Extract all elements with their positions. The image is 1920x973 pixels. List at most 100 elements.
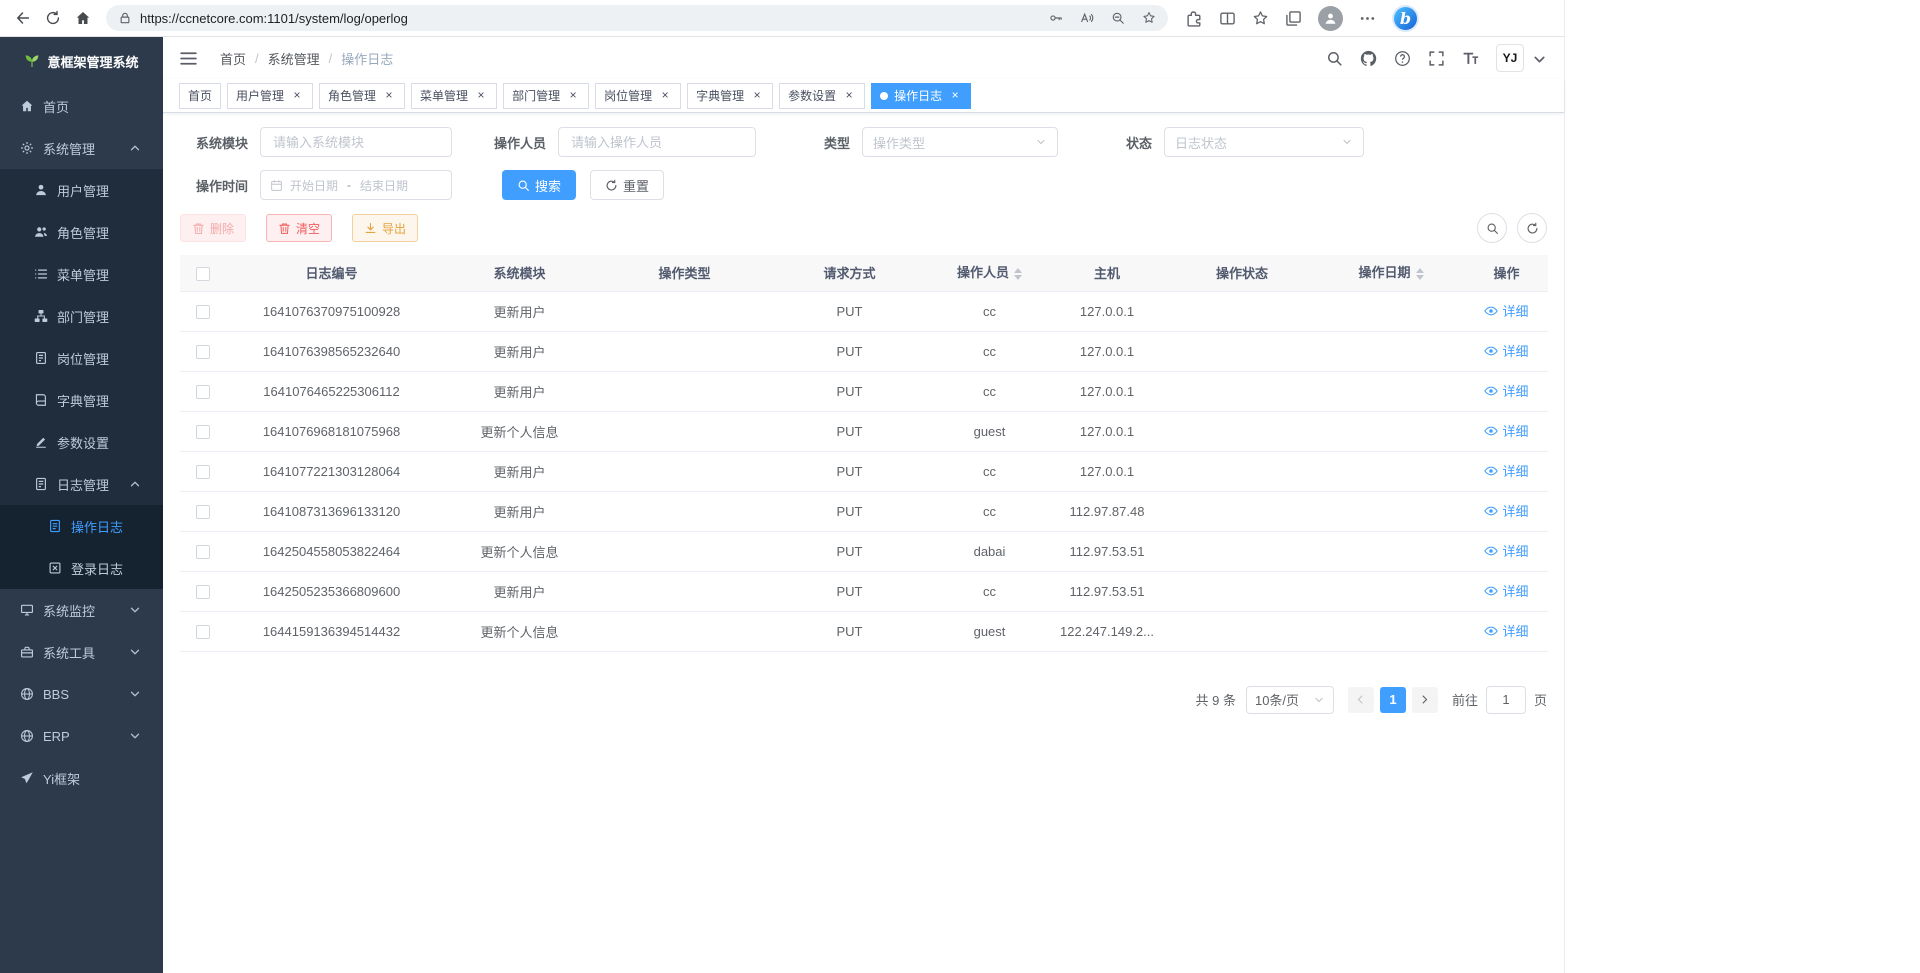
font-size-icon[interactable] — [1462, 50, 1479, 67]
refresh-table-button[interactable] — [1517, 213, 1547, 243]
tab-dict-mgmt[interactable]: 字典管理× — [687, 83, 773, 109]
goto-page-input[interactable] — [1486, 686, 1526, 714]
tab-close-icon[interactable]: × — [566, 89, 580, 103]
tab-close-icon[interactable]: × — [658, 89, 672, 103]
module-input[interactable] — [260, 127, 452, 157]
zoom-out-icon[interactable] — [1111, 11, 1125, 25]
split-screen-icon[interactable] — [1219, 10, 1236, 27]
row-checkbox[interactable] — [196, 625, 210, 639]
breadcrumb-system-mgmt[interactable]: 系统管理 — [268, 49, 320, 68]
row-checkbox[interactable] — [196, 585, 210, 599]
column-header[interactable]: 操作人员 — [932, 255, 1047, 291]
app-logo[interactable]: 意框架管理系统 — [0, 37, 163, 85]
export-button[interactable]: 导出 — [352, 214, 418, 242]
collapse-sidebar-icon[interactable] — [179, 49, 198, 68]
tab-close-icon[interactable]: × — [948, 89, 962, 103]
bing-button[interactable]: b — [1392, 5, 1419, 32]
tab-close-icon[interactable]: × — [750, 89, 764, 103]
sort-caret[interactable] — [1416, 264, 1424, 284]
fullscreen-icon[interactable] — [1428, 50, 1445, 67]
tab-close-icon[interactable]: × — [382, 89, 396, 103]
sidebar-item-bbs[interactable]: BBS — [0, 673, 163, 715]
status-select[interactable]: 日志状态 — [1164, 127, 1364, 157]
tab-home[interactable]: 首页 — [179, 83, 221, 109]
profile-avatar[interactable] — [1318, 6, 1343, 31]
help-icon[interactable] — [1394, 50, 1411, 67]
tab-dept-mgmt[interactable]: 部门管理× — [503, 83, 589, 109]
tab-oper-log[interactable]: 操作日志× — [871, 83, 971, 109]
sidebar-item-home[interactable]: 首页 — [0, 85, 163, 127]
user-logo-badge[interactable]: YJ — [1496, 44, 1524, 72]
sidebar-item-oper-log[interactable]: 操作日志 — [0, 505, 163, 547]
extensions-icon[interactable] — [1186, 10, 1203, 27]
tab-post-mgmt[interactable]: 岗位管理× — [595, 83, 681, 109]
sidebar-item-yi-framework[interactable]: Yi框架 — [0, 757, 163, 799]
search-button[interactable]: 搜索 — [502, 170, 576, 200]
sidebar-item-param-settings[interactable]: 参数设置 — [0, 421, 163, 463]
detail-link[interactable]: 详细 — [1484, 381, 1528, 400]
tab-close-icon[interactable]: × — [842, 89, 856, 103]
type-select[interactable]: 操作类型 — [862, 127, 1058, 157]
row-checkbox[interactable] — [196, 505, 210, 519]
select-all-checkbox[interactable] — [196, 267, 210, 281]
collections-icon[interactable] — [1285, 10, 1302, 27]
row-checkbox[interactable] — [196, 345, 210, 359]
sidebar-item-post-mgmt[interactable]: 岗位管理 — [0, 337, 163, 379]
header-search-icon[interactable] — [1326, 50, 1343, 67]
tab-close-icon[interactable]: × — [474, 89, 488, 103]
reset-button[interactable]: 重置 — [590, 170, 664, 200]
browser-refresh-button[interactable] — [38, 3, 68, 33]
detail-link[interactable]: 详细 — [1484, 421, 1528, 440]
sidebar-item-erp[interactable]: ERP — [0, 715, 163, 757]
page-number-1[interactable]: 1 — [1380, 687, 1406, 713]
detail-link[interactable]: 详细 — [1484, 461, 1528, 480]
password-key-icon[interactable] — [1049, 11, 1063, 25]
add-favorite-icon[interactable] — [1142, 11, 1156, 25]
sidebar-item-system-tools[interactable]: 系统工具 — [0, 631, 163, 673]
delete-button[interactable]: 删除 — [180, 214, 246, 242]
detail-link[interactable]: 详细 — [1484, 541, 1528, 560]
clear-button[interactable]: 清空 — [266, 214, 332, 242]
read-aloud-icon[interactable] — [1080, 11, 1094, 25]
sidebar-item-login-log[interactable]: 登录日志 — [0, 547, 163, 589]
operator-input[interactable] — [558, 127, 756, 157]
sidebar-item-log-mgmt[interactable]: 日志管理 — [0, 463, 163, 505]
sidebar-item-menu-mgmt[interactable]: 菜单管理 — [0, 253, 163, 295]
user-menu-caret-icon[interactable] — [1531, 51, 1548, 68]
sidebar-item-dict-mgmt[interactable]: 字典管理 — [0, 379, 163, 421]
detail-link[interactable]: 详细 — [1484, 301, 1528, 320]
row-checkbox[interactable] — [196, 305, 210, 319]
address-bar[interactable]: https://ccnetcore.com:1101/system/log/op… — [106, 5, 1168, 31]
sidebar-item-system-mgmt[interactable]: 系统管理 — [0, 127, 163, 169]
tab-user-mgmt[interactable]: 用户管理× — [227, 83, 313, 109]
github-icon[interactable] — [1360, 50, 1377, 67]
row-checkbox[interactable] — [196, 465, 210, 479]
detail-link[interactable]: 详细 — [1484, 621, 1528, 640]
date-range-input[interactable]: 开始日期 - 结束日期 — [260, 170, 452, 200]
row-checkbox[interactable] — [196, 385, 210, 399]
sidebar-item-role-mgmt[interactable]: 角色管理 — [0, 211, 163, 253]
sidebar-item-system-monitor[interactable]: 系统监控 — [0, 589, 163, 631]
browser-home-button[interactable] — [68, 3, 98, 33]
toggle-search-button[interactable] — [1477, 213, 1507, 243]
next-page-button[interactable] — [1412, 687, 1438, 713]
sidebar-item-dept-mgmt[interactable]: 部门管理 — [0, 295, 163, 337]
tab-close-icon[interactable]: × — [290, 89, 304, 103]
tab-role-mgmt[interactable]: 角色管理× — [319, 83, 405, 109]
sidebar-item-user-mgmt[interactable]: 用户管理 — [0, 169, 163, 211]
detail-link[interactable]: 详细 — [1484, 501, 1528, 520]
more-options-icon[interactable] — [1359, 10, 1376, 27]
sort-caret[interactable] — [1014, 264, 1022, 284]
tab-param-settings[interactable]: 参数设置× — [779, 83, 865, 109]
favorites-icon[interactable] — [1252, 10, 1269, 27]
tab-menu-mgmt[interactable]: 菜单管理× — [411, 83, 497, 109]
page-size-select[interactable]: 10条/页 — [1246, 686, 1334, 714]
row-checkbox[interactable] — [196, 425, 210, 439]
breadcrumb-home[interactable]: 首页 — [220, 49, 246, 68]
detail-link[interactable]: 详细 — [1484, 341, 1528, 360]
row-checkbox[interactable] — [196, 545, 210, 559]
prev-page-button[interactable] — [1348, 687, 1374, 713]
column-header[interactable]: 操作日期 — [1317, 255, 1465, 291]
detail-link[interactable]: 详细 — [1484, 581, 1528, 600]
browser-back-button[interactable] — [8, 3, 38, 33]
